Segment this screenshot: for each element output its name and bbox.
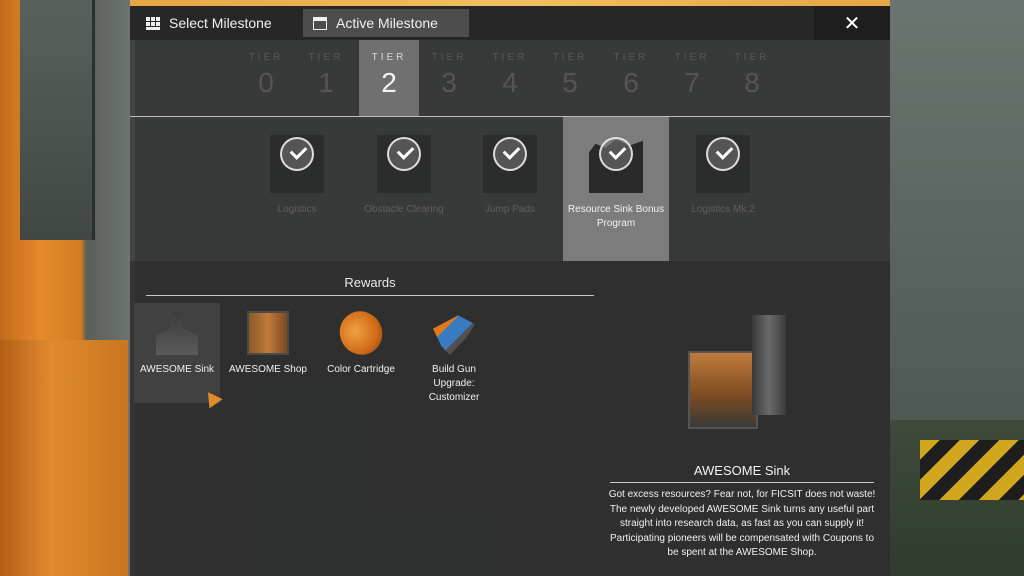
background-left-lower <box>0 340 128 576</box>
schematic-list: Logistics Obstacle Clearing Jump Pads Re… <box>130 117 890 261</box>
tier-number: 1 <box>318 67 334 98</box>
close-icon: ✕ <box>843 12 861 35</box>
awesome-sink-icon <box>156 311 198 355</box>
tier-1[interactable]: TIER 1 <box>296 40 356 116</box>
detail-divider <box>610 482 874 483</box>
grid-icon <box>146 16 160 30</box>
tier-label: TIER <box>552 52 588 63</box>
check-icon <box>599 137 633 171</box>
rewards-section: Rewards AWESOME Sink AWESOME Shop Color … <box>130 261 890 576</box>
schematic-name: Jump Pads <box>484 204 536 215</box>
reward-name: AWESOME Shop <box>229 364 307 375</box>
schematic-name: Logistics <box>277 204 317 215</box>
tier-label: TIER <box>734 52 770 63</box>
sink-tower <box>752 315 786 415</box>
reward-name: AWESOME Sink <box>139 364 215 375</box>
close-button[interactable]: ✕ <box>814 6 890 40</box>
check-icon <box>493 137 527 171</box>
tier-label: TIER <box>248 52 284 63</box>
tier-5[interactable]: TIER 5 <box>540 40 600 116</box>
tier-number: 2 <box>381 67 397 98</box>
tier-label: TIER <box>308 52 344 63</box>
check-icon <box>387 137 421 171</box>
schematic-name: Logistics Mk.2 <box>691 204 755 215</box>
tier-0[interactable]: TIER 0 <box>236 40 296 116</box>
tier-number: 0 <box>258 67 274 98</box>
tier-number: 5 <box>562 67 578 98</box>
awesome-shop-icon <box>247 311 289 355</box>
tier-8[interactable]: TIER 8 <box>722 40 782 116</box>
schematic-obstacle-clearing[interactable]: Obstacle Clearing <box>351 117 457 261</box>
tier-6[interactable]: TIER 6 <box>601 40 661 116</box>
tier-label: TIER <box>492 52 528 63</box>
tier-label: TIER <box>431 52 467 63</box>
reward-color-cartridge[interactable]: Color Cartridge <box>318 303 404 403</box>
color-cartridge-icon <box>331 303 391 363</box>
reward-build-gun-upgrade[interactable]: Build Gun Upgrade: Customizer <box>411 303 497 403</box>
reward-name: Color Cartridge <box>327 364 395 375</box>
schematic-name: Obstacle Clearing <box>364 204 444 215</box>
milestone-window: Select Milestone Active Milestone ✕ TIER… <box>130 6 890 576</box>
detail-title: AWESOME Sink <box>693 463 791 478</box>
schematic-resource-sink-bonus-program[interactable]: Resource Sink Bonus Program <box>563 117 669 261</box>
reward-name: Build Gun Upgrade: Customizer <box>428 364 480 403</box>
reward-awesome-sink[interactable]: AWESOME Sink <box>134 303 223 409</box>
tier-label: TIER <box>674 52 710 63</box>
tier-3[interactable]: TIER 3 <box>419 40 479 116</box>
tab-select-milestone[interactable]: Select Milestone <box>136 9 296 37</box>
schematic-logistics[interactable]: Logistics <box>244 117 350 261</box>
awesome-sink-machine-icon <box>688 351 758 429</box>
schematic-jump-pads[interactable]: Jump Pads <box>457 117 563 261</box>
check-icon <box>706 137 740 171</box>
detail-description: Got excess resources? Fear not, for FICS… <box>608 489 876 558</box>
title-bar: Select Milestone Active Milestone ✕ <box>130 6 890 40</box>
tier-2[interactable]: TIER 2 <box>359 40 419 116</box>
rewards-title: Rewards <box>344 275 396 290</box>
detail-image <box>678 301 814 435</box>
hazard-stripe <box>920 440 1024 500</box>
tab-label: Active Milestone <box>336 15 438 31</box>
tier-number: 3 <box>441 67 457 98</box>
tab-active-milestone[interactable]: Active Milestone <box>303 9 469 37</box>
check-icon <box>280 137 314 171</box>
tier-number: 4 <box>502 67 518 98</box>
schematic-name: Resource Sink Bonus Program <box>567 204 665 229</box>
cursor-icon <box>201 387 223 409</box>
tier-4[interactable]: TIER 4 <box>480 40 540 116</box>
tier-label: TIER <box>613 52 649 63</box>
build-gun-icon <box>433 315 475 355</box>
tier-number: 6 <box>623 67 639 98</box>
tier-label: TIER <box>371 52 407 63</box>
tier-selector: TIER 0 TIER 1 TIER 2 TIER 3 TIER 4 TIER … <box>130 40 890 116</box>
tab-label: Select Milestone <box>169 15 272 31</box>
rewards-divider <box>146 295 594 296</box>
background-left-panel <box>20 0 95 240</box>
tier-number: 7 <box>684 67 700 98</box>
tier-number: 8 <box>744 67 760 98</box>
schematic-logistics-mk2[interactable]: Logistics Mk.2 <box>670 117 776 261</box>
tier-7[interactable]: TIER 7 <box>662 40 722 116</box>
background-right-panel <box>890 0 1024 420</box>
window-icon <box>313 16 327 30</box>
reward-awesome-shop[interactable]: AWESOME Shop <box>225 303 311 403</box>
